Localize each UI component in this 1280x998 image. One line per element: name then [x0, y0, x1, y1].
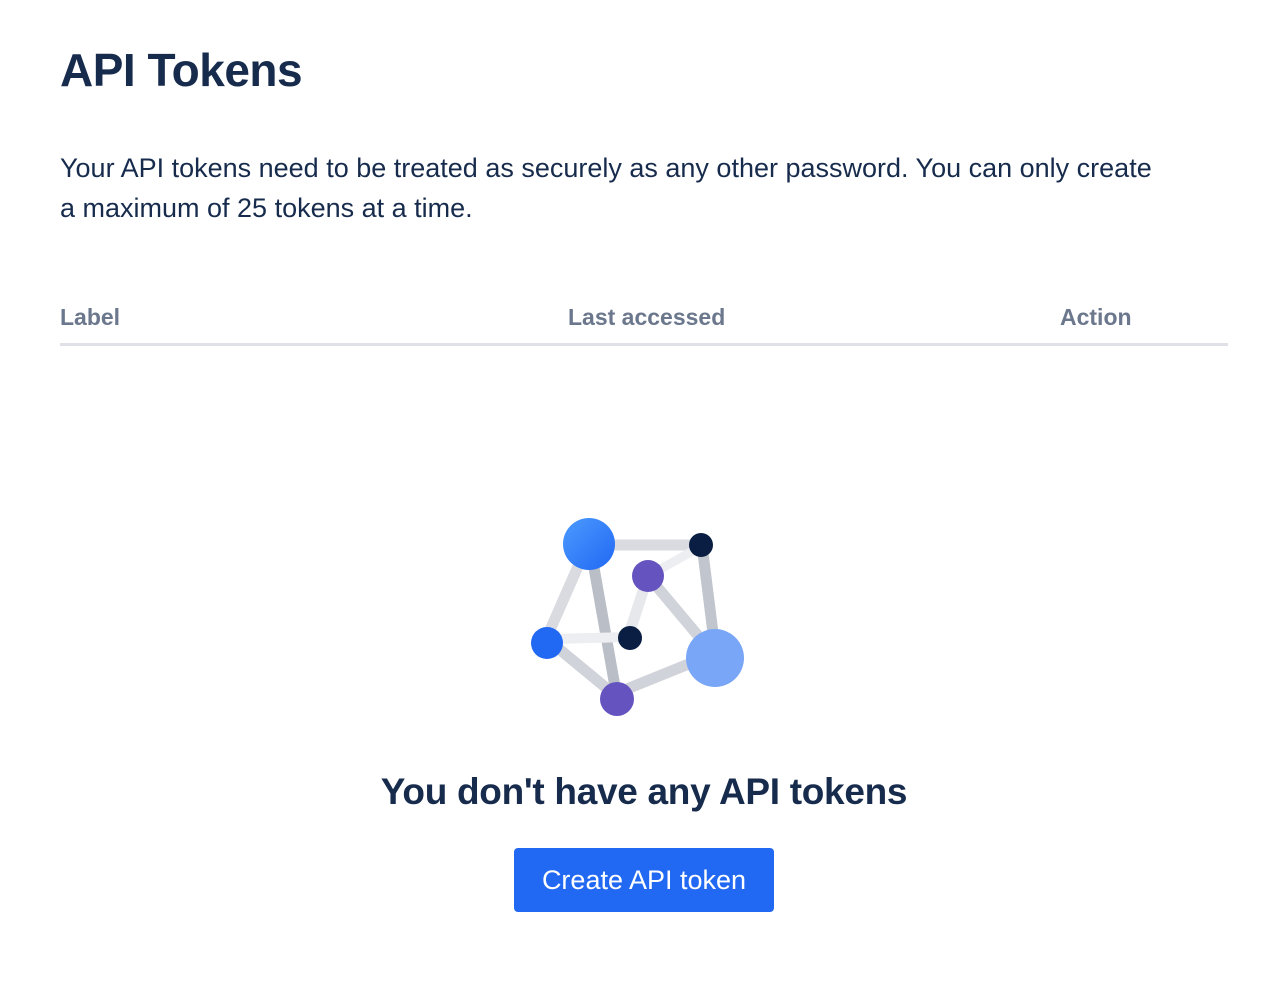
- node-purple-top: [632, 560, 664, 592]
- column-header-label: Label: [60, 304, 121, 330]
- network-nodes-illustration: [531, 518, 744, 716]
- page-title: API Tokens: [60, 44, 303, 96]
- tokens-table-header: Label Last accessed Action: [60, 296, 1228, 346]
- node-navy-top: [689, 533, 713, 557]
- node-purple-bottom: [600, 682, 634, 716]
- create-api-token-button[interactable]: Create API token: [514, 848, 774, 912]
- node-navy-center: [618, 626, 642, 650]
- column-header-last-accessed: Last accessed: [568, 304, 726, 330]
- column-header-action: Action: [1060, 304, 1132, 330]
- page-description: Your API tokens need to be treated as se…: [60, 153, 1152, 223]
- empty-state-title: You don't have any API tokens: [380, 771, 908, 812]
- node-blue-left: [531, 627, 563, 659]
- api-tokens-page: API Tokens Your API tokens need to be tr…: [0, 0, 1280, 998]
- node-light-blue-large: [686, 629, 744, 687]
- node-large-blue: [563, 518, 615, 570]
